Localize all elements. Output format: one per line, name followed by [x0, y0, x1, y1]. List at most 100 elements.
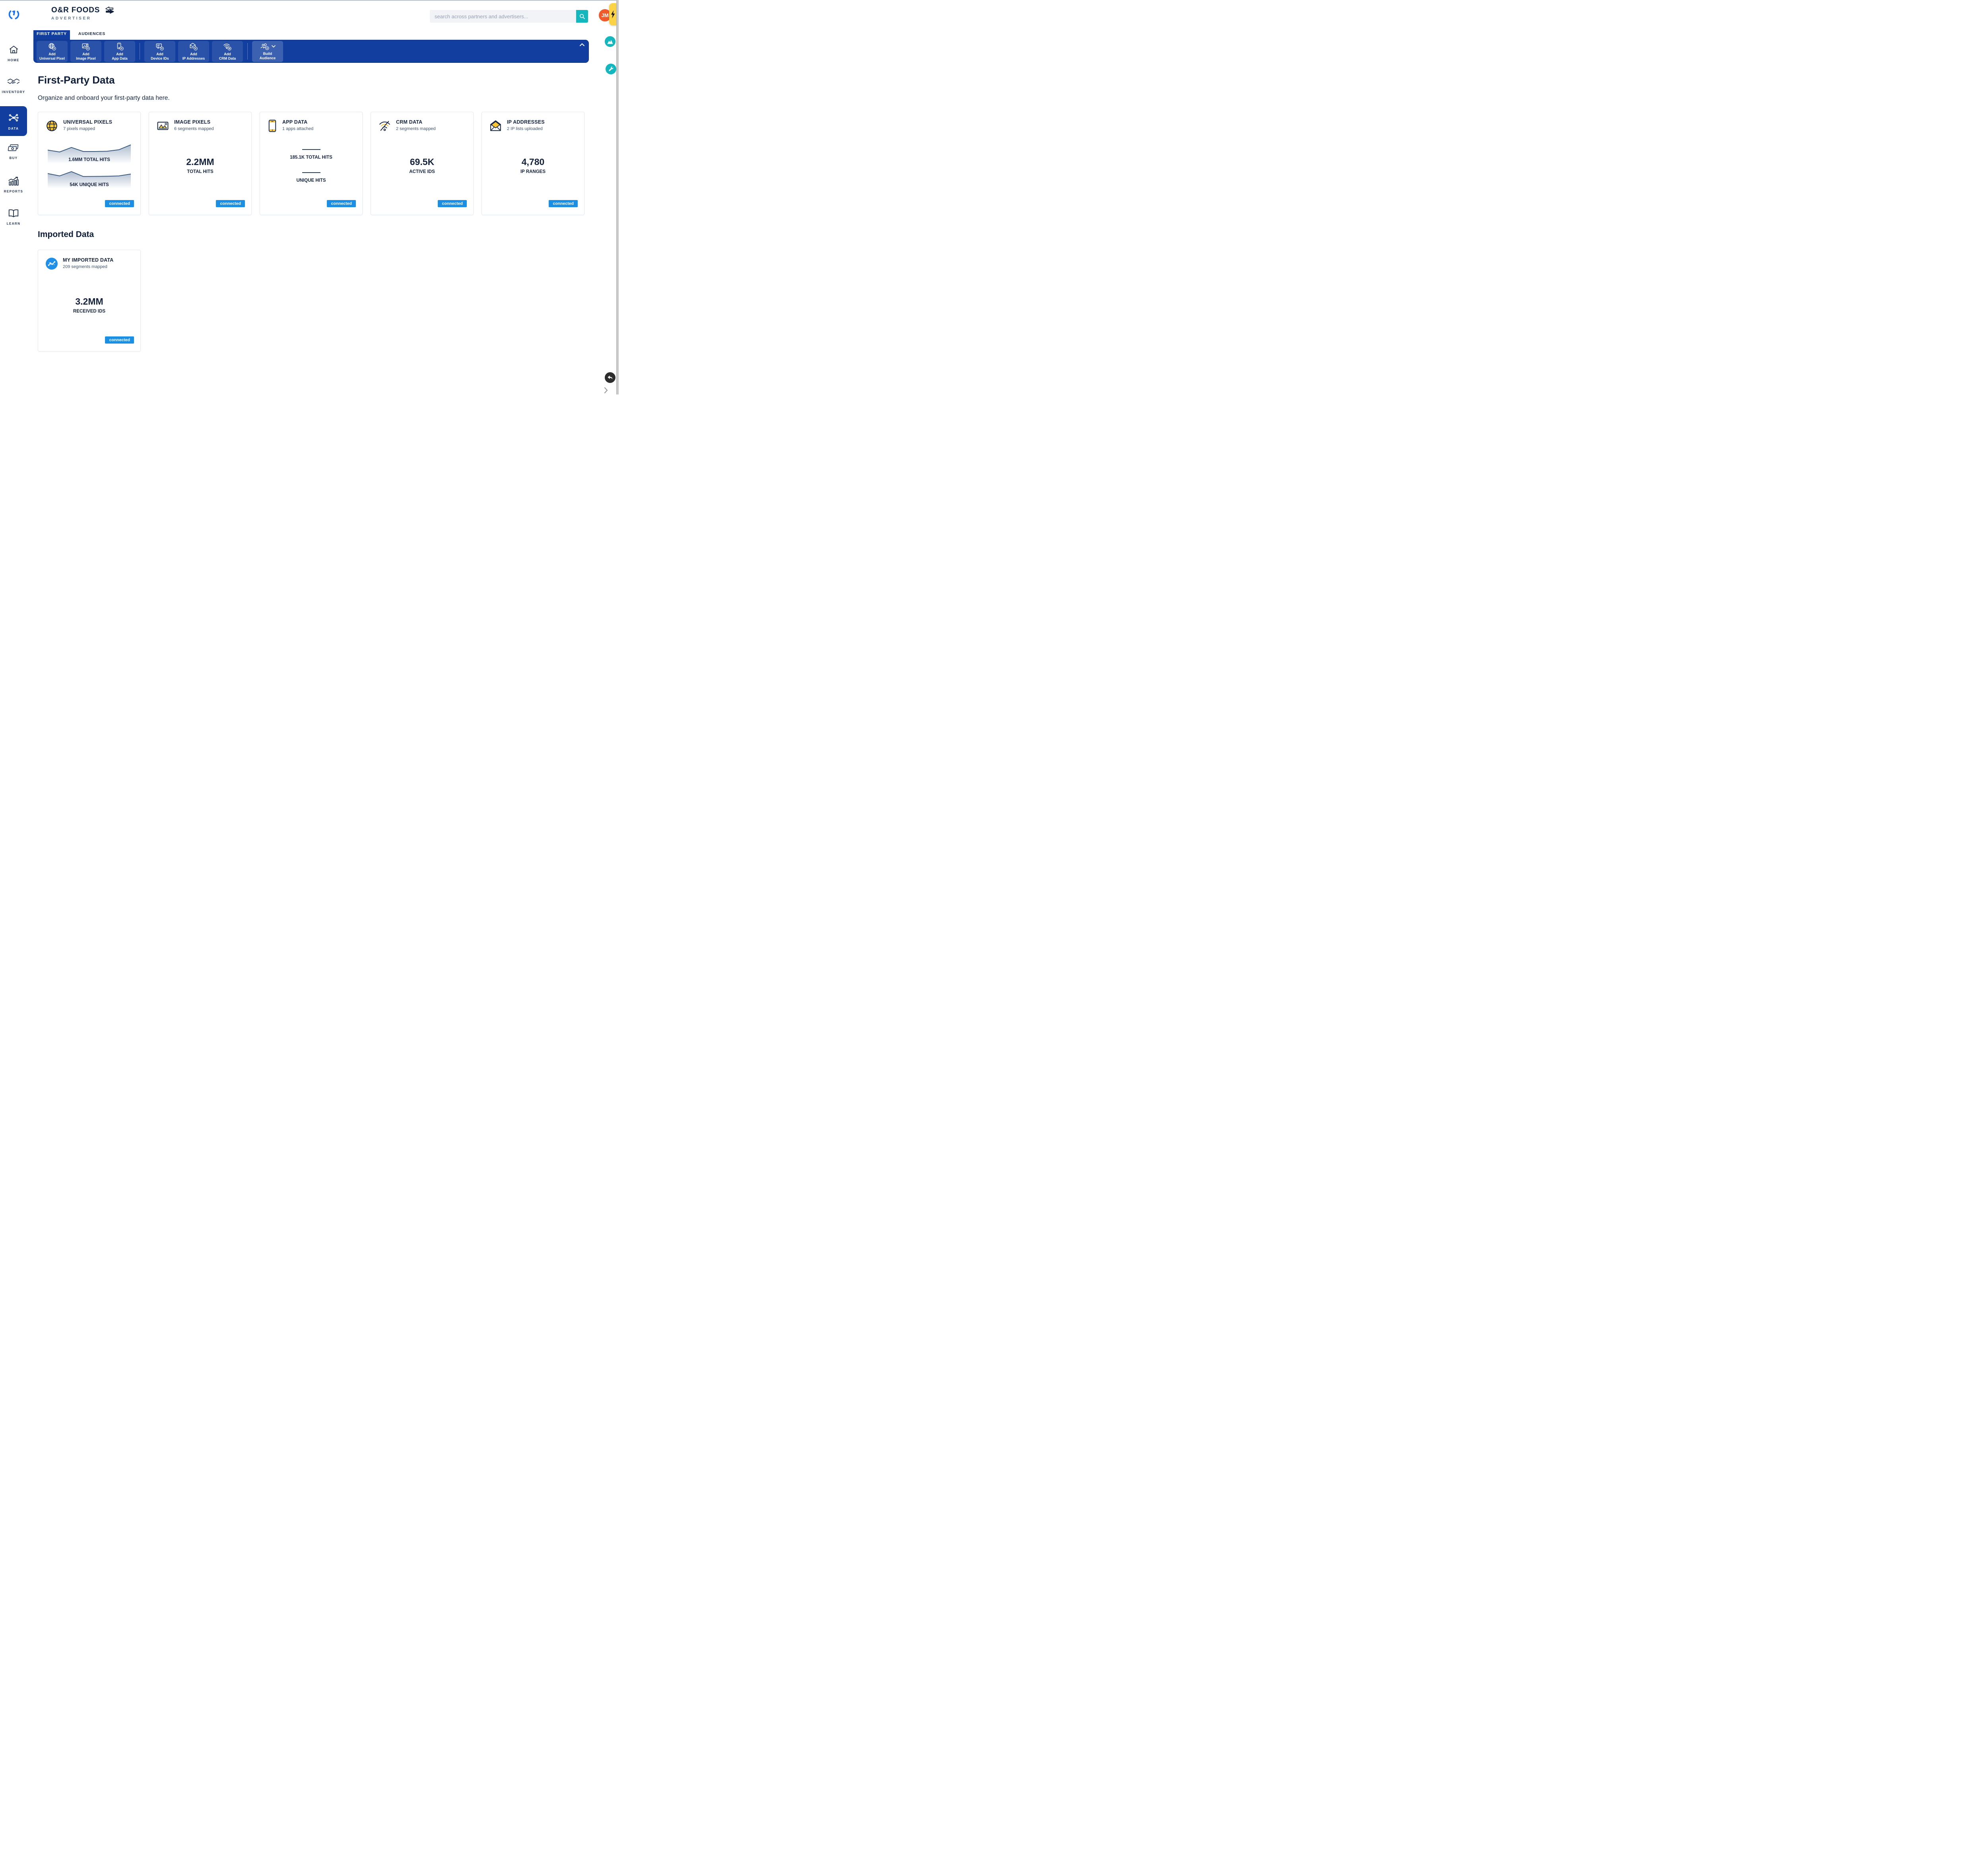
tools-button[interactable] [606, 64, 616, 74]
first-party-cards: UNIVERSAL PIXELS 7 pixels mapped 1.6MM T… [38, 112, 584, 215]
search-input[interactable] [430, 10, 576, 23]
metric-value: 4,780 [521, 157, 545, 167]
metric-value: 3.2MM [75, 296, 103, 307]
page-title: First-Party Data [38, 74, 115, 86]
metric-label: 1.6MM TOTAL HITS [68, 157, 110, 162]
card-title: IP ADDRESSES [507, 119, 545, 125]
image-color-icon [157, 122, 169, 130]
home-icon [9, 46, 18, 53]
global-search [430, 10, 588, 23]
vertical-scrollbar[interactable] [616, 0, 619, 394]
sidebar-label: INVENTORY [2, 90, 25, 94]
swap-arrows-icon[interactable] [104, 6, 116, 15]
undo-reply-button[interactable] [605, 372, 615, 383]
tab-label: AUDIENCES [78, 31, 106, 36]
add-ip-addresses-button[interactable]: Add IP Addresses [178, 41, 210, 62]
image-tool-button[interactable] [605, 36, 615, 47]
sidebar-item-inventory[interactable]: INVENTORY [0, 77, 27, 94]
build-audience-button[interactable]: Build Audience [252, 41, 283, 62]
toolbar: Add Universal Pixel Add Image Pixel Add App… [33, 40, 589, 63]
advertiser-name: O&R FOODS [51, 6, 100, 14]
card-my-imported-data[interactable]: MY IMPORTED DATA 209 segments mapped 3.2… [38, 250, 141, 352]
globe-plus-icon [49, 43, 56, 51]
add-universal-pixel-button[interactable]: Add Universal Pixel [37, 41, 68, 62]
add-device-ids-button[interactable]: Add Device IDs [144, 41, 176, 62]
people-plus-icon [260, 43, 269, 50]
sidebar-item-buy[interactable]: BUY [0, 143, 27, 160]
wifi-slash-color-icon [379, 121, 390, 131]
wrench-icon [609, 66, 613, 71]
phone-plus-icon [117, 43, 124, 51]
reply-arrow-icon [608, 375, 613, 379]
card-crm-data[interactable]: CRM DATA 2 segments mapped 69.5K ACTIVE … [371, 112, 474, 215]
sidebar-label: HOME [8, 58, 19, 62]
card-ip-addresses[interactable]: IP ADDRESSES 2 IP lists uploaded 4,780 I… [481, 112, 584, 215]
next-page-button[interactable] [604, 387, 608, 396]
account-role-label: ADVERTISER [51, 16, 91, 21]
mountain-icon [607, 40, 613, 44]
open-book-icon [8, 209, 19, 218]
status-badge: connected [105, 336, 134, 344]
sidebar-label: REPORTS [4, 190, 23, 193]
add-app-data-button[interactable]: Add App Data [104, 41, 136, 62]
chevron-right-icon [604, 387, 608, 394]
data-network-icon [9, 114, 19, 122]
tab-label: FIRST PARTY [37, 31, 67, 36]
metric-caption: RECEIVED IDS [73, 309, 106, 314]
add-image-pixel-button[interactable]: Add Image Pixel [70, 41, 102, 62]
metric-label: 54K UNIQUE HITS [70, 183, 109, 187]
card-app-data[interactable]: APP DATA 1 apps attached 185.1K TOTAL HI… [260, 112, 363, 215]
search-icon [579, 14, 585, 19]
card-image-pixels[interactable]: IMAGE PIXELS 6 segments mapped 2.2MM TOT… [149, 112, 252, 215]
sidebar-label: DATA [8, 127, 19, 130]
flat-sparkline [302, 172, 320, 173]
flat-sparkline [302, 149, 320, 150]
search-button[interactable] [576, 10, 588, 23]
add-crm-data-button[interactable]: Add CRM Data [212, 41, 243, 62]
monitor-plus-icon [156, 43, 164, 51]
lightning-badge[interactable] [609, 3, 617, 25]
metric-value: 69.5K [410, 157, 435, 167]
card-subtitle: 2 segments mapped [396, 126, 436, 131]
sidebar-item-learn[interactable]: LEARN [0, 208, 27, 225]
sidebar-label: BUY [9, 156, 18, 160]
sidebar-item-reports[interactable]: REPORTS [0, 176, 27, 193]
chevron-up-icon [580, 43, 584, 46]
metric-caption: IP RANGES [520, 169, 546, 174]
status-badge: connected [327, 200, 356, 207]
imported-data-title: Imported Data [38, 230, 94, 239]
metric-label: UNIQUE HITS [296, 178, 326, 183]
card-title: IMAGE PIXELS [174, 119, 211, 125]
image-plus-icon [82, 43, 90, 51]
card-title: MY IMPORTED DATA [63, 257, 114, 263]
metric-caption: ACTIVE IDS [409, 169, 435, 174]
card-title: UNIVERSAL PIXELS [63, 119, 113, 125]
imported-data-icon [46, 258, 58, 270]
power-logo-icon[interactable] [8, 8, 20, 21]
lightning-bolt-icon [611, 10, 615, 19]
page-subtitle: Organize and onboard your first-party da… [38, 95, 170, 101]
metric-caption: TOTAL HITS [187, 169, 214, 174]
sidebar: HOME INVENTORY DATA BUY REPORTS LEARN [0, 30, 27, 394]
bar-chart-icon [8, 177, 19, 186]
card-title: CRM DATA [396, 119, 423, 125]
card-title: APP DATA [282, 119, 308, 125]
phone-color-icon [268, 120, 276, 132]
status-badge: connected [105, 200, 134, 207]
sidebar-item-data[interactable]: DATA [0, 106, 27, 136]
sidebar-item-home[interactable]: HOME [0, 45, 27, 62]
card-subtitle: 209 segments mapped [63, 264, 107, 269]
card-subtitle: 6 segments mapped [174, 126, 214, 131]
header: O&R FOODS ADVERTISER JM [0, 1, 617, 30]
sidebar-label: LEARN [6, 222, 21, 225]
status-badge: connected [216, 200, 245, 207]
envelope-color-icon [490, 120, 501, 131]
toolbar-divider [247, 43, 248, 60]
card-universal-pixels[interactable]: UNIVERSAL PIXELS 7 pixels mapped 1.6MM T… [38, 112, 141, 215]
card-subtitle: 7 pixels mapped [63, 126, 95, 131]
toolbar-collapse-button[interactable] [579, 41, 585, 49]
brand: O&R FOODS ADVERTISER [51, 6, 116, 21]
status-badge: connected [549, 200, 578, 207]
metric-value: 2.2MM [186, 157, 214, 167]
card-subtitle: 1 apps attached [282, 126, 314, 131]
